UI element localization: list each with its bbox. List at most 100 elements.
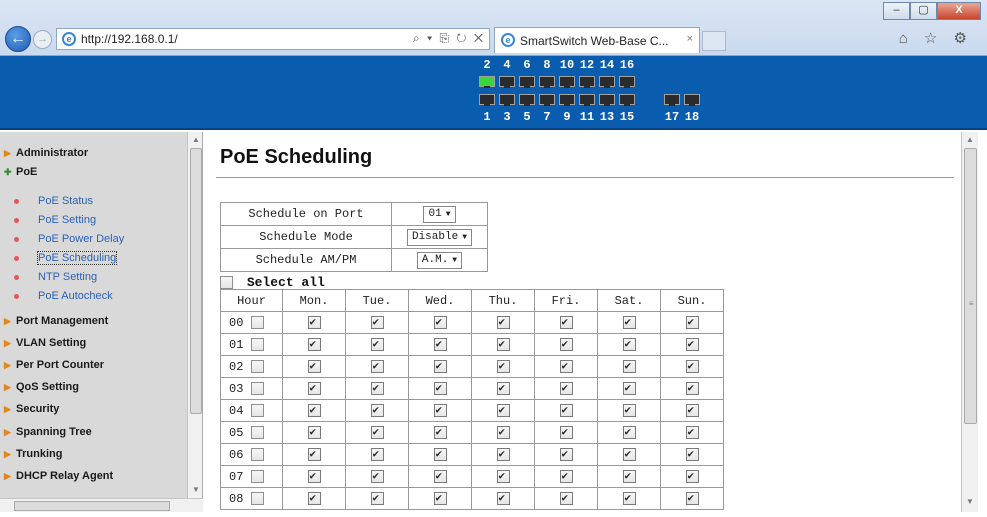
hour-checkbox[interactable] [251,491,265,505]
day-checkbox[interactable] [496,491,510,505]
day-checkbox[interactable] [370,315,384,329]
day-checkbox[interactable] [496,403,510,417]
day-checkbox[interactable] [559,425,573,439]
day-checkbox[interactable] [370,381,384,395]
port-12-icon[interactable] [579,76,595,88]
day-checkbox[interactable] [559,403,573,417]
day-checkbox[interactable] [307,447,321,461]
day-checkbox[interactable] [622,359,636,373]
port-17-icon[interactable] [664,94,680,106]
hour-checkbox[interactable] [251,425,265,439]
day-checkbox[interactable] [685,447,699,461]
day-checkbox[interactable] [685,381,699,395]
day-checkbox[interactable] [622,337,636,351]
browser-toolbar-icons[interactable]: ⌂ ☆ ⚙ [899,29,973,47]
sidebar-item-security[interactable]: ▶ Security [0,403,186,415]
port-4-icon[interactable] [499,76,515,88]
port-13-icon[interactable] [599,94,615,106]
sidebar-link-poe-autocheck[interactable]: PoE Autocheck [14,290,113,302]
port-16-icon[interactable] [619,76,635,88]
browser-tab[interactable]: e SmartSwitch Web-Base C... × [494,27,700,53]
day-checkbox[interactable] [433,469,447,483]
hour-checkbox[interactable] [251,359,265,373]
scroll-down-icon[interactable]: ▼ [964,496,976,508]
sidebar-link-poe-scheduling[interactable]: PoE Scheduling [13,251,118,265]
day-checkbox[interactable] [622,425,636,439]
day-checkbox[interactable] [622,381,636,395]
day-checkbox[interactable] [433,315,447,329]
day-checkbox[interactable] [370,469,384,483]
day-checkbox[interactable] [307,337,321,351]
day-checkbox[interactable] [559,359,573,373]
day-checkbox[interactable] [307,491,321,505]
port-14-icon[interactable] [599,76,615,88]
day-checkbox[interactable] [370,337,384,351]
sidebar-item-vlan-setting[interactable]: ▶ VLAN Setting [0,337,186,349]
day-checkbox[interactable] [433,381,447,395]
day-checkbox[interactable] [496,337,510,351]
sidebar-item-trunking[interactable]: ▶ Trunking [0,448,186,460]
sidebar-item-port-management[interactable]: ▶ Port Management [0,315,186,327]
close-button[interactable]: X [937,2,981,20]
day-checkbox[interactable] [685,425,699,439]
address-url[interactable]: http://192.168.0.1/ [81,32,178,46]
hour-checkbox[interactable] [251,337,265,351]
day-checkbox[interactable] [370,403,384,417]
day-checkbox[interactable] [559,315,573,329]
day-checkbox[interactable] [496,425,510,439]
sidebar-item-administrator[interactable]: ▶ Administrator [0,147,186,159]
scroll-up-icon[interactable]: ▲ [964,134,976,146]
port-11-icon[interactable] [579,94,595,106]
ampm-select[interactable]: A.M. ▼ [416,251,463,269]
day-checkbox[interactable] [559,337,573,351]
day-checkbox[interactable] [496,381,510,395]
new-tab-button[interactable] [702,31,726,51]
tab-close-icon[interactable]: × [687,33,693,45]
port-2-icon[interactable] [479,76,495,88]
mode-select[interactable]: Disable ▼ [406,228,473,246]
day-checkbox[interactable] [433,491,447,505]
day-checkbox[interactable] [370,359,384,373]
day-checkbox[interactable] [307,381,321,395]
address-bar[interactable]: e http://192.168.0.1/ ⌕ ▾ ⎘ ↻ ✕ [56,28,490,50]
day-checkbox[interactable] [559,469,573,483]
sidebar-item-poe[interactable]: ✚ PoE [0,166,186,178]
scroll-up-icon[interactable]: ▲ [190,134,202,146]
hour-checkbox[interactable] [251,381,265,395]
port-9-icon[interactable] [559,94,575,106]
day-checkbox[interactable] [685,337,699,351]
main-scrollbar[interactable]: ▲ ≡ ▼ [961,132,978,512]
minimize-button[interactable]: – [883,2,910,20]
hour-checkbox[interactable] [251,447,265,461]
address-tools[interactable]: ⌕ ▾ ⎘ ↻ ✕ [413,31,485,46]
hour-checkbox[interactable] [251,469,265,483]
day-checkbox[interactable] [685,469,699,483]
day-checkbox[interactable] [496,447,510,461]
day-checkbox[interactable] [559,447,573,461]
day-checkbox[interactable] [433,359,447,373]
day-checkbox[interactable] [622,315,636,329]
port-15-icon[interactable] [619,94,635,106]
sidebar-link-poe-power-delay[interactable]: PoE Power Delay [13,233,124,245]
tab-title[interactable]: SmartSwitch Web-Base C... [520,34,669,48]
scrollbar-thumb[interactable] [14,501,170,511]
day-checkbox[interactable] [496,469,510,483]
day-checkbox[interactable] [685,315,699,329]
sidebar-item-spanning-tree[interactable]: ▶ Spanning Tree [0,426,186,438]
maximize-button[interactable]: ▢ [910,2,937,20]
sidebar-link-poe-setting[interactable]: PoE Setting [13,214,96,226]
day-checkbox[interactable] [307,359,321,373]
day-checkbox[interactable] [622,403,636,417]
day-checkbox[interactable] [433,425,447,439]
day-checkbox[interactable] [685,403,699,417]
port-select[interactable]: 01 ▼ [423,205,456,223]
day-checkbox[interactable] [370,425,384,439]
day-checkbox[interactable] [433,447,447,461]
port-3-icon[interactable] [499,94,515,106]
port-5-icon[interactable] [519,94,535,106]
day-checkbox[interactable] [559,381,573,395]
day-checkbox[interactable] [433,337,447,351]
sidebar-link-poe-status[interactable]: PoE Status [13,195,93,207]
sidebar-item-dhcp-relay-agent[interactable]: ▶ DHCP Relay Agent [0,470,186,482]
day-checkbox[interactable] [685,359,699,373]
